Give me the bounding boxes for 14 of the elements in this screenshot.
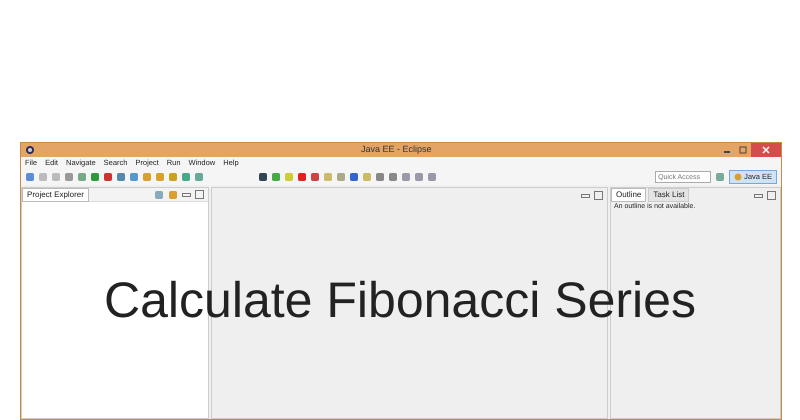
view-tab[interactable]: Outline [611, 188, 646, 202]
app-icon [25, 145, 35, 155]
maximize-icon[interactable] [594, 190, 603, 200]
maximize-icon[interactable] [767, 190, 776, 200]
window-title: Java EE - Eclipse [361, 143, 432, 156]
view-tab[interactable]: Task List [648, 188, 690, 202]
view-tab[interactable]: Project Explorer [22, 188, 89, 202]
perspective-icon [734, 173, 742, 181]
headline: Calculate Fibonacci Series [103, 271, 697, 330]
close-icon[interactable] [751, 143, 781, 157]
minimize-icon[interactable] [754, 192, 763, 198]
minimize-icon[interactable] [581, 192, 590, 198]
minimize-icon[interactable] [182, 191, 191, 198]
maximize-icon[interactable] [195, 190, 204, 199]
